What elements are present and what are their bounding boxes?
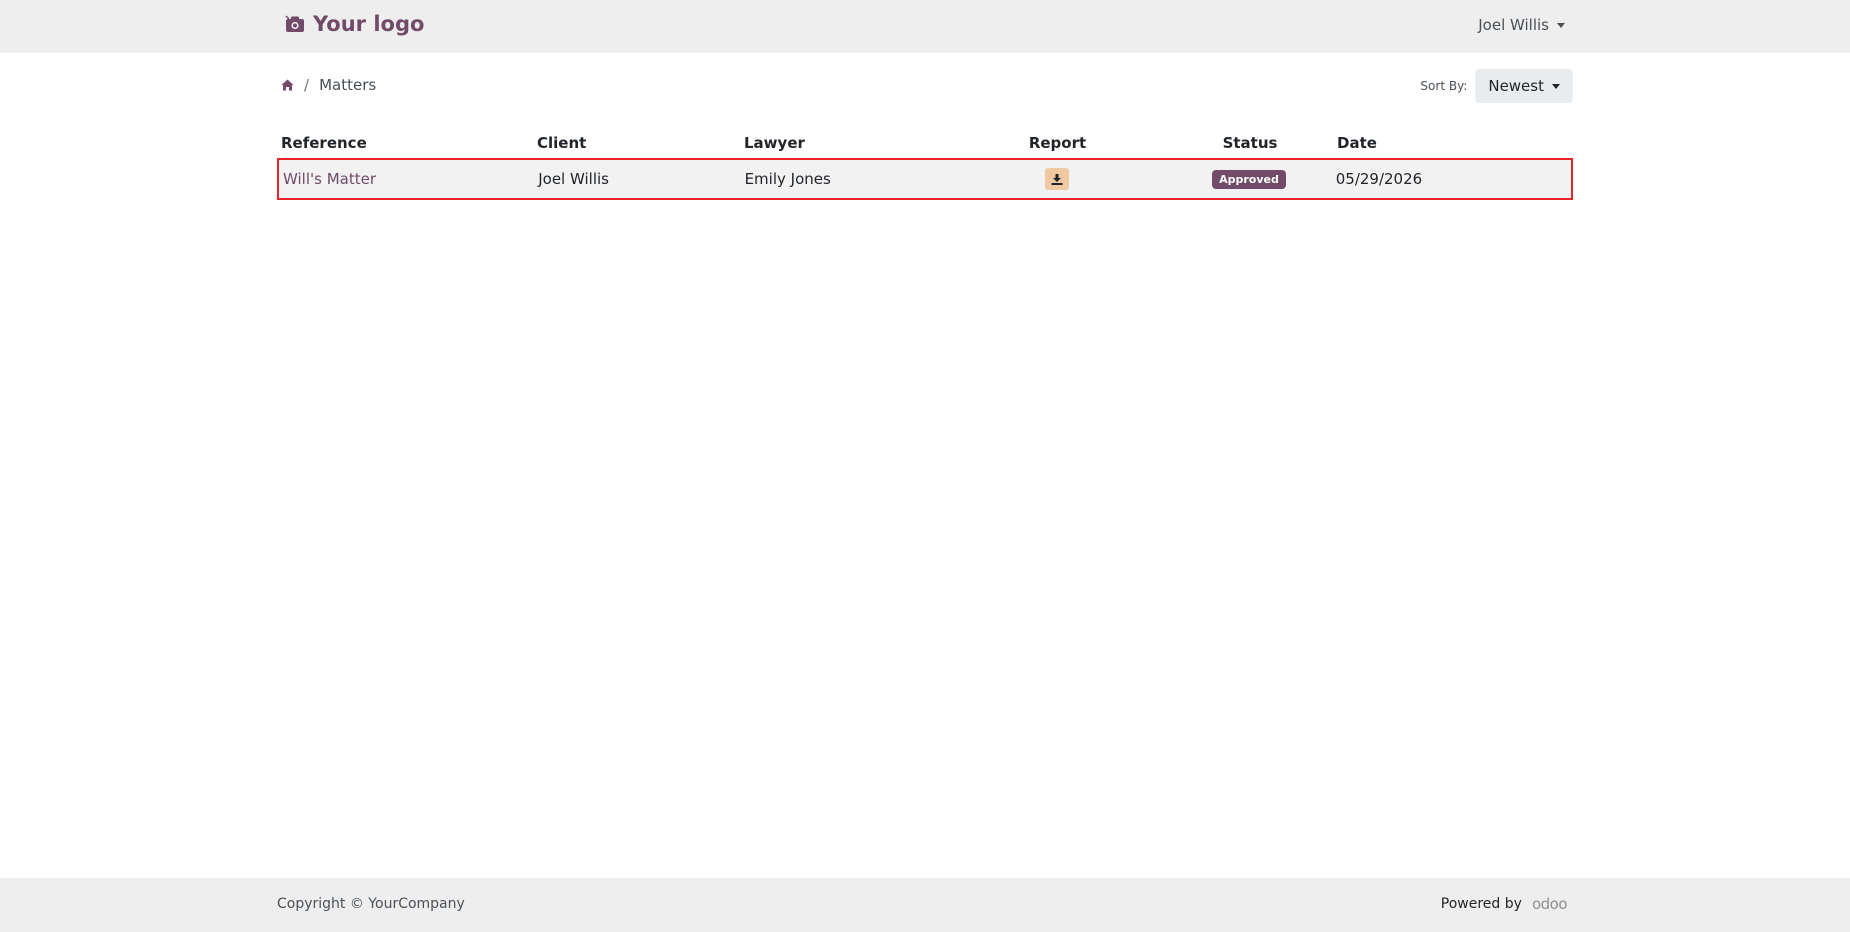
powered-by: Powered by odoo: [1440, 895, 1568, 913]
home-icon[interactable]: [281, 79, 294, 91]
cell-client: Joel Willis: [538, 170, 609, 188]
odoo-logo[interactable]: odoo: [1532, 895, 1568, 913]
cell-status: Approved: [1164, 169, 1333, 189]
breadcrumb: / Matters: [281, 76, 376, 94]
download-icon: [1051, 173, 1063, 185]
column-header-status: Status: [1222, 134, 1278, 152]
cell-date: 05/29/2026: [1335, 170, 1423, 188]
cell-lawyer: Emily Jones: [744, 170, 831, 188]
column-header-lawyer: Lawyer: [744, 134, 805, 152]
user-menu-dropdown[interactable]: Joel Willis: [1478, 16, 1565, 34]
sort-control: Sort By: Newest: [1420, 69, 1573, 103]
camera-icon: [285, 15, 304, 32]
copyright-text: Copyright © YourCompany: [277, 896, 465, 912]
powered-by-label: Powered by: [1440, 896, 1522, 912]
sort-label: Sort By:: [1420, 79, 1468, 93]
sort-dropdown-button[interactable]: Newest: [1475, 69, 1573, 103]
download-report-button[interactable]: [1045, 168, 1070, 190]
table-row[interactable]: Will's Matter Joel Willis Emily Jones Ap…: [277, 158, 1573, 200]
logo-text: Your logo: [313, 12, 425, 36]
column-header-date: Date: [1337, 134, 1377, 152]
caret-down-icon: [1557, 22, 1565, 28]
column-header-client: Client: [537, 134, 587, 152]
column-header-report: Report: [1028, 134, 1087, 152]
breadcrumb-current: Matters: [319, 76, 377, 94]
status-badge: Approved: [1212, 170, 1286, 189]
cell-report: [950, 168, 1164, 190]
caret-down-icon: [1552, 83, 1560, 89]
matter-reference-link[interactable]: Will's Matter: [283, 170, 376, 188]
table-header-row: Reference Client Lawyer Report Status Da…: [277, 128, 1573, 158]
matters-table: Reference Client Lawyer Report Status Da…: [277, 128, 1573, 200]
footer: Copyright © YourCompany Powered by odoo: [0, 878, 1850, 932]
sort-selected: Newest: [1488, 77, 1544, 95]
company-logo[interactable]: Your logo: [285, 12, 424, 36]
cell-reference: Will's Matter: [279, 170, 534, 188]
column-header-reference: Reference: [281, 134, 367, 152]
breadcrumb-separator: /: [304, 76, 310, 94]
top-navbar: Your logo Joel Willis: [0, 0, 1850, 53]
user-name: Joel Willis: [1478, 16, 1549, 34]
